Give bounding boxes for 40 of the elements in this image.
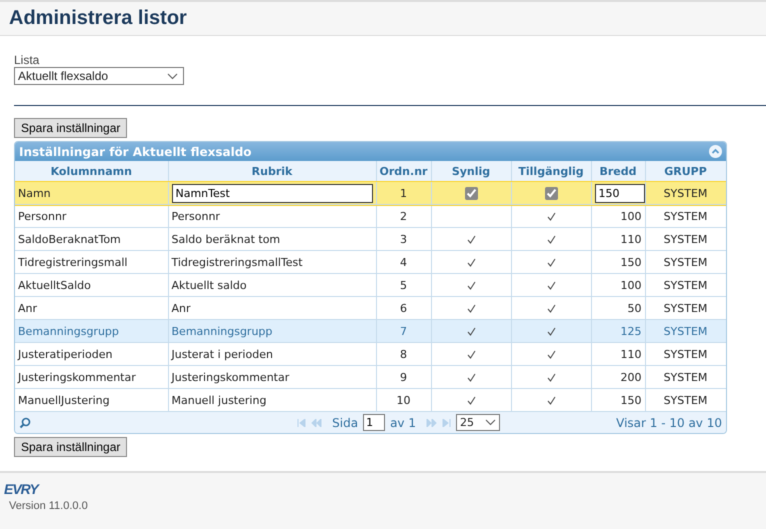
grid-row[interactable]: Anr Anr 6 50 SYSTEM <box>15 296 726 320</box>
column-header[interactable]: Tillgänglig <box>511 161 591 182</box>
page-input[interactable]: 1 <box>363 414 386 431</box>
list-select[interactable]: Aktuellt flexsaldo <box>14 67 184 85</box>
save-button[interactable]: Spara inställningar <box>14 118 128 138</box>
grid-title: Inställningar för Aktuellt flexsaldo <box>19 144 252 158</box>
version-text: Version 11.0.0.0 <box>8 500 89 512</box>
column-header[interactable]: Bredd <box>591 161 645 182</box>
column-header[interactable]: Rubrik <box>168 161 376 182</box>
page-count: av 1 <box>390 416 416 430</box>
grid-row[interactable]: SaldoBeraknatTom Saldo beräknat tom 3 110 SYSTEM <box>15 228 726 250</box>
grid-row[interactable]: Justeratiperioden Justerat i perioden 8 110 SYSTEM <box>15 342 726 366</box>
chevron-down-icon <box>167 72 178 80</box>
grid-row[interactable]: Personnr Personnr 2 100 SYSTEM <box>15 204 726 228</box>
column-header[interactable]: Synlig <box>431 161 511 182</box>
page-title: Administrera listor <box>9 7 187 30</box>
table-cell: 1 <box>376 182 431 204</box>
grid-row[interactable]: Tidregistreringsmall TidregistreringsmallTest 4 150 SYSTEM <box>15 250 726 274</box>
page-size-select[interactable]: 25 <box>456 414 500 431</box>
column-header[interactable]: Kolumnnamn <box>15 161 168 182</box>
width-input[interactable]: 150 <box>594 184 644 202</box>
grid-row[interactable]: ManuellJustering Manuell justering 10 150 SYSTEM <box>15 388 726 412</box>
record-summary: Visar 1 - 10 av 10 <box>616 416 722 430</box>
checkbox[interactable] <box>544 186 558 200</box>
save-button[interactable]: Spara inställningar <box>14 437 128 457</box>
column-header[interactable]: GRUPP <box>645 161 726 182</box>
collapse-icon[interactable] <box>709 145 722 158</box>
logo: EVRY <box>4 481 41 497</box>
grid-row[interactable]: Justeringskommentar Justeringskommentar 9 200 SYSTEM <box>15 366 726 388</box>
search-icon[interactable] <box>19 416 31 428</box>
column-header[interactable]: Ordn.nr <box>376 161 431 182</box>
chevron-down-icon <box>484 419 496 426</box>
grid-row[interactable]: AktuelltSaldo Aktuellt saldo 5 100 SYSTEM <box>15 274 726 296</box>
grid-row[interactable]: Bemanningsgrupp Bemanningsgrupp 7 125 SYSTEM <box>15 320 726 342</box>
checkbox[interactable] <box>464 186 478 200</box>
heading-input[interactable]: NamnTest <box>172 184 372 202</box>
table-cell: Namn <box>15 182 168 204</box>
list-label: Lista <box>14 53 40 67</box>
page-label: Sida <box>332 416 358 430</box>
grid-row[interactable]: Namn NamnTest 1 150 SYSTEM <box>15 182 726 204</box>
